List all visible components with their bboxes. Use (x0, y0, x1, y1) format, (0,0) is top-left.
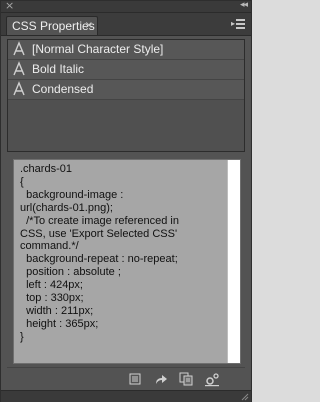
css-code-view[interactable]: .chards-01 { background-image : url(char… (13, 159, 241, 364)
list-item[interactable]: [Normal Character Style] (8, 40, 244, 60)
menu-line (236, 19, 245, 21)
css-properties-panel: × ◂◂ CSS Properties × ▸ [Normal Characte… (0, 0, 252, 402)
list-item[interactable]: Bold Italic (8, 60, 244, 80)
character-style-icon (13, 81, 25, 96)
style-label: Bold Italic (32, 62, 85, 76)
collapse-panel-icon[interactable]: ◂◂ (240, 0, 248, 12)
copy-css-icon[interactable] (178, 371, 194, 387)
panel-footer-toolbar (1, 369, 251, 389)
tab-close-icon[interactable]: × (85, 17, 93, 35)
menu-caret-icon: ▸ (231, 19, 236, 28)
panel-bottom-strip (1, 390, 251, 402)
export-icon[interactable] (153, 371, 169, 387)
divider (7, 367, 245, 368)
panel-title-strip: × ◂◂ (1, 0, 251, 13)
css-code-text[interactable]: .chards-01 { background-image : url(char… (20, 163, 230, 344)
style-label: Condensed (32, 82, 94, 96)
tab-label: CSS Properties (12, 19, 95, 33)
window-close-icon[interactable]: × (5, 0, 14, 12)
style-label: [Normal Character Style] (32, 42, 164, 56)
character-style-list: [Normal Character Style] Bold Italic Con… (7, 39, 245, 152)
menu-line (236, 23, 245, 25)
tab-css-properties[interactable]: CSS Properties × (6, 16, 98, 35)
character-style-icon (13, 61, 25, 76)
resize-grip-icon[interactable] (241, 393, 249, 401)
scrollbar[interactable] (227, 160, 240, 363)
menu-line (236, 27, 245, 29)
panel-tab-bar: CSS Properties × ▸ (1, 13, 251, 36)
list-item[interactable]: Condensed (8, 80, 244, 100)
panel-menu-icon[interactable]: ▸ (231, 18, 245, 30)
clear-overrides-icon[interactable] (127, 371, 143, 387)
character-style-icon (13, 41, 25, 56)
settings-icon[interactable] (204, 371, 220, 387)
